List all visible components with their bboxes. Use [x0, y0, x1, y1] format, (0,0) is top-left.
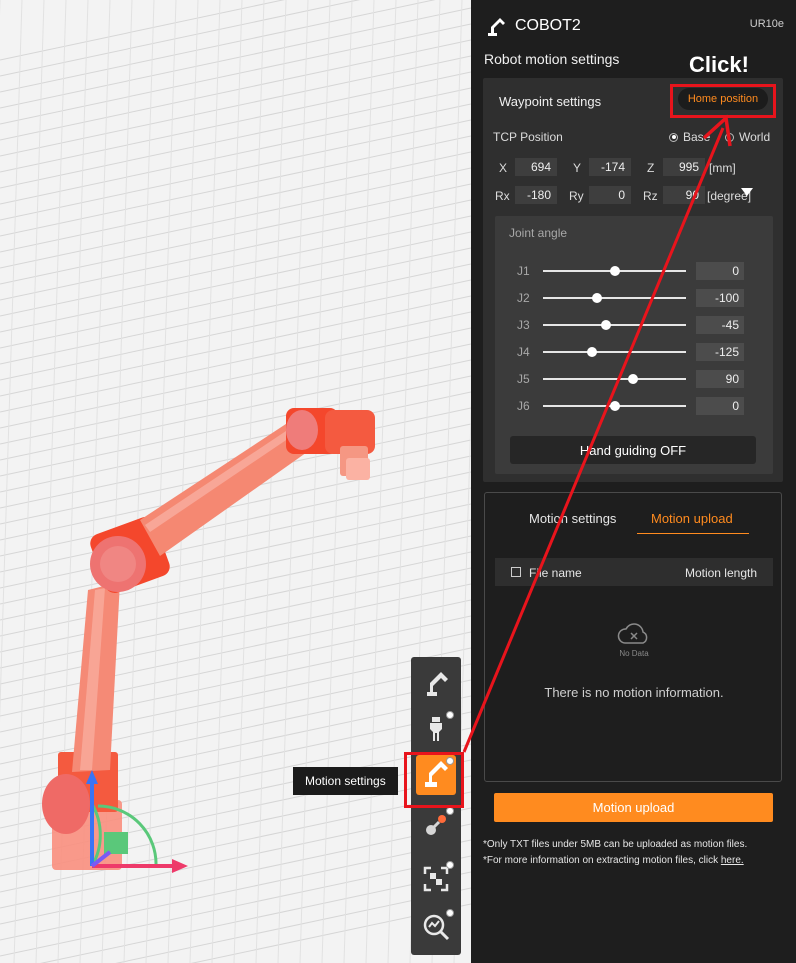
coord-input-z[interactable]: 995	[663, 158, 705, 176]
robot-wrist	[286, 408, 375, 480]
tool-fit-view[interactable]	[416, 859, 456, 899]
joint-slider-handle[interactable]	[600, 320, 611, 330]
coord-label-z: Z	[647, 161, 655, 175]
column-motion-length: Motion length	[684, 566, 757, 580]
motion-upload-button[interactable]: Motion upload	[494, 793, 773, 822]
radio-circle	[669, 132, 678, 142]
coord-input-rz[interactable]: 90	[663, 186, 705, 204]
joint-angle-title: Joint angle	[509, 226, 568, 240]
joint-slider-track[interactable]	[543, 324, 686, 326]
coord-label-ry: Ry	[569, 189, 584, 203]
joint-value-input[interactable]: -125	[696, 343, 744, 361]
radio-circle	[725, 132, 734, 142]
joint-angle-card: Joint angle J1 0 J2 -100 J3 -45 J4 -125 J5 90 J6 0 …	[495, 216, 773, 474]
select-all-checkbox[interactable]	[511, 567, 521, 577]
tool-indicator-dot	[446, 807, 454, 815]
home-position-highlight	[670, 84, 776, 118]
joint-icon	[426, 815, 446, 835]
robot-arm-icon	[488, 18, 505, 36]
tab-motion-upload[interactable]: Motion upload	[651, 511, 733, 526]
joint-slider-track[interactable]	[543, 378, 686, 380]
upload-note-size: *Only TXT files under 5MB can be uploade…	[483, 839, 748, 850]
radio-label: World	[739, 130, 771, 144]
help-link[interactable]: here.	[721, 855, 744, 866]
section-title: Robot motion settings	[484, 51, 620, 67]
joint-slider-handle[interactable]	[609, 266, 620, 276]
joint-row-j6: J6 0	[495, 396, 773, 416]
motion-card: Motion settings Motion upload File name …	[484, 492, 782, 782]
joint-label: J2	[517, 291, 530, 305]
fit-view-icon	[423, 866, 449, 892]
joint-value-input[interactable]: 0	[696, 397, 744, 415]
joint-value-input[interactable]: 90	[696, 370, 744, 388]
analysis-icon	[423, 914, 450, 941]
joint-label: J4	[517, 345, 530, 359]
gripper-icon	[430, 717, 442, 741]
robot-lower-arm	[72, 582, 120, 772]
coord-input-rx[interactable]: -180	[515, 186, 557, 204]
joint-value-input[interactable]: -100	[696, 289, 744, 307]
3d-viewport[interactable]: Motion settings	[0, 0, 471, 963]
tool-robot-arm[interactable]	[416, 665, 456, 705]
radio-base[interactable]: Base	[669, 130, 710, 144]
tool-gripper[interactable]	[416, 709, 456, 749]
joint-row-j2: J2 -100	[495, 288, 773, 308]
motion-settings-highlight	[404, 752, 464, 808]
joint-label: J5	[517, 372, 530, 386]
joint-row-j3: J3 -45	[495, 315, 773, 335]
coord-input-x[interactable]: 694	[515, 158, 557, 176]
active-tab-underline	[637, 533, 749, 534]
joint-slider-handle[interactable]	[628, 374, 639, 384]
tool-indicator-dot	[446, 861, 454, 869]
no-data-label: No Data	[619, 649, 649, 658]
coord-label-y: Y	[573, 161, 582, 175]
joint-slider-handle[interactable]	[586, 347, 597, 357]
tcp-position-label: TCP Position	[493, 130, 563, 144]
hand-guiding-button[interactable]: Hand guiding OFF	[510, 436, 756, 464]
joint-slider-track[interactable]	[543, 351, 686, 353]
joint-label: J6	[517, 399, 530, 413]
coord-input-y[interactable]: -174	[589, 158, 631, 176]
upload-note-info-text: *For more information on extracting moti…	[483, 855, 721, 866]
expand-triangle-icon[interactable]	[741, 188, 753, 196]
coord-label-rz: Rz	[643, 189, 658, 203]
tool-indicator-dot	[446, 711, 454, 719]
radio-world[interactable]: World	[725, 130, 770, 144]
joint-row-j5: J5 90	[495, 369, 773, 389]
waypoint-settings-card: Waypoint settings Home position TCP Posi…	[483, 78, 783, 482]
joint-row-j4: J4 -125	[495, 342, 773, 362]
coord-label-rx: Rx	[495, 189, 510, 203]
joint-value-input[interactable]: 0	[696, 262, 744, 280]
waypoint-title: Waypoint settings	[499, 94, 602, 109]
motion-table-header: File name Motion length	[495, 558, 773, 586]
coord-input-ry[interactable]: 0	[589, 186, 631, 204]
app-name: COBOT2	[515, 17, 581, 34]
tool-joint[interactable]	[416, 805, 456, 845]
radio-label: Base	[683, 130, 711, 144]
joint-label: J1	[517, 264, 530, 278]
robot-upper-arm	[140, 418, 310, 556]
joint-row-j1: J1 0	[495, 261, 773, 281]
tool-indicator-dot	[446, 909, 454, 917]
unit-mm: [mm]	[709, 161, 736, 175]
click-annotation: Click!	[689, 52, 749, 77]
empty-motion-message: There is no motion information.	[544, 685, 724, 700]
tab-motion-settings[interactable]: Motion settings	[529, 511, 616, 526]
upload-note-info: *For more information on extracting moti…	[483, 855, 744, 866]
joint-label: J3	[517, 318, 530, 332]
panel-header: COBOT2	[485, 14, 581, 38]
column-file-name: File name	[529, 566, 582, 580]
no-data-cloud-icon	[617, 623, 648, 644]
joint-value-input[interactable]: -45	[696, 316, 744, 334]
joint-slider-handle[interactable]	[609, 401, 620, 411]
tooltip-motion-settings: Motion settings	[293, 767, 398, 795]
coord-label-x: X	[499, 161, 508, 175]
joint-slider-handle[interactable]	[592, 293, 603, 303]
settings-panel: COBOT2 UR10e Robot motion settings Click…	[471, 0, 796, 963]
tool-analysis[interactable]	[416, 907, 456, 947]
robot-arm-icon	[427, 672, 448, 696]
joint-slider-track[interactable]	[543, 297, 686, 299]
robot-model-label: UR10e	[749, 18, 784, 30]
robot-arm-model[interactable]	[0, 0, 471, 963]
